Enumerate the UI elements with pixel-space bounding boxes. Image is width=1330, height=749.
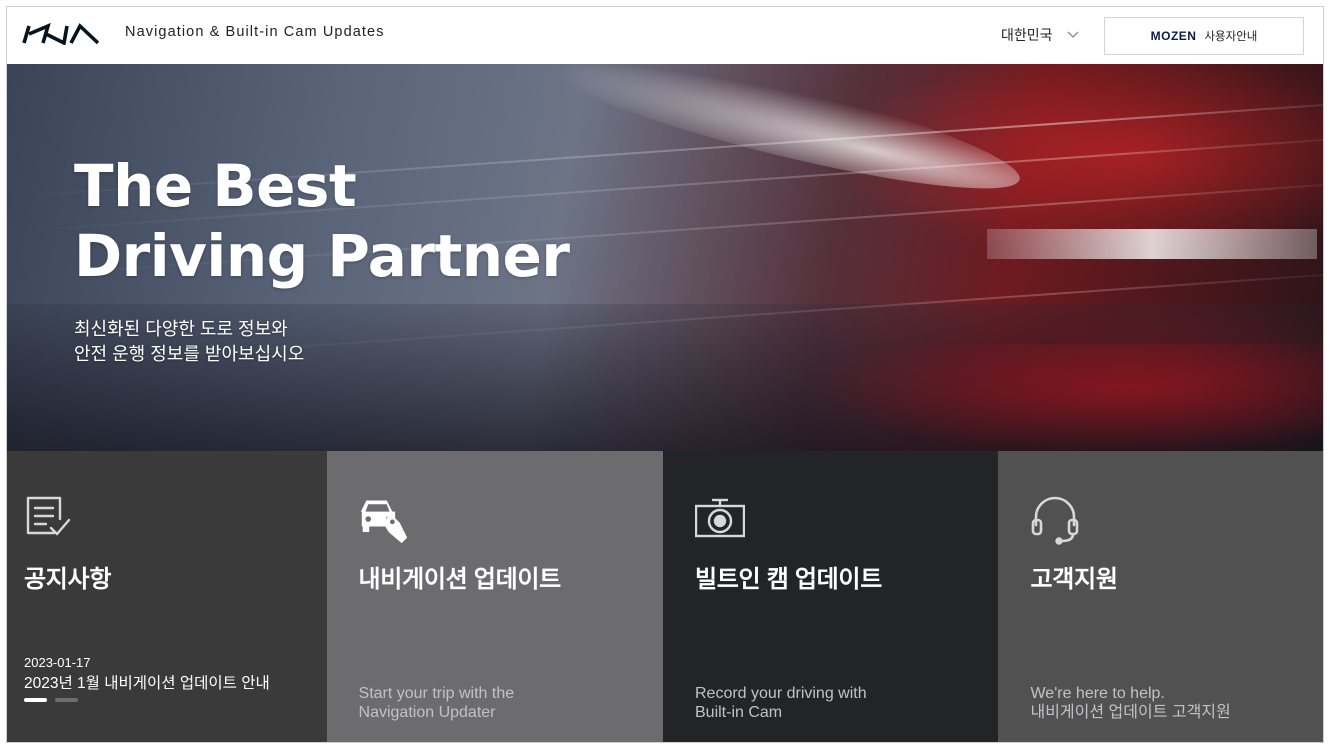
tile-cam-title: 빌트인 캠 업데이트: [695, 566, 882, 593]
notice-date: 2023-01-17: [24, 655, 91, 670]
pagination-dot-2[interactable]: [55, 698, 78, 702]
hero-red-glow: [807, 344, 1323, 451]
site-title: Navigation & Built-in Cam Updates: [125, 24, 385, 40]
notice-pagination: [24, 698, 78, 702]
tile-builtin-cam-update[interactable]: 빌트인 캠 업데이트 Record your driving with Buil…: [663, 451, 999, 742]
tile-notice-title: 공지사항: [24, 566, 112, 593]
pagination-dot-1[interactable]: [24, 698, 47, 702]
mozen-guide-button[interactable]: MOZEN 사용자안내: [1104, 17, 1304, 55]
chevron-down-icon: [1067, 31, 1078, 38]
headset-icon: [1032, 496, 1079, 545]
tile-navigation-title: 내비게이션 업데이트: [358, 566, 562, 593]
hero-title-line2: Driving Partner: [74, 222, 570, 290]
hero-subtitle-line1: 최신화된 다양한 도로 정보와: [74, 319, 288, 339]
menu-tiles: 공지사항 2023-01-17 2023년 1월 내비게이션 업데이트 안내 내…: [7, 451, 1323, 742]
tile-notice[interactable]: 공지사항 2023-01-17 2023년 1월 내비게이션 업데이트 안내: [7, 451, 327, 742]
page-frame: Navigation & Built-in Cam Updates 대한민국 M…: [6, 6, 1324, 743]
tile-navigation-desc-line2: Navigation Updater: [358, 704, 496, 721]
notice-document-icon: [26, 496, 71, 536]
tile-cam-desc-line1: Record your driving with: [695, 685, 867, 702]
tile-cam-desc: Record your driving with Built-in Cam: [695, 684, 867, 722]
tile-navigation-desc: Start your trip with the Navigation Upda…: [359, 684, 515, 722]
tile-support-title: 고객지원: [1030, 566, 1118, 593]
tile-customer-support[interactable]: 고객지원 We're here to help. 내비게이션 업데이트 고객지원: [998, 451, 1323, 742]
tile-support-desc-line1: We're here to help.: [1030, 685, 1165, 702]
hero-banner: The Best Driving Partner 최신화된 다양한 도로 정보와…: [7, 64, 1323, 451]
hero-subtitle: 최신화된 다양한 도로 정보와 안전 운행 정보를 받아보십시오: [74, 317, 304, 367]
country-label: 대한민국: [1001, 27, 1053, 43]
hero-light-band: [987, 229, 1317, 259]
hero-title: The Best Driving Partner: [74, 151, 570, 291]
country-selector[interactable]: 대한민국: [1001, 25, 1079, 45]
hero-title-line1: The Best: [74, 152, 357, 220]
tile-support-desc-line2: 내비게이션 업데이트 고객지원: [1030, 704, 1231, 721]
camera-icon: [695, 498, 745, 538]
tile-support-desc: We're here to help. 내비게이션 업데이트 고객지원: [1030, 684, 1230, 722]
mozen-guide-label: 사용자안내: [1204, 31, 1258, 43]
tile-navigation-desc-line1: Start your trip with the: [358, 685, 515, 702]
hero-subtitle-line2: 안전 운행 정보를 받아보십시오: [74, 344, 305, 364]
tile-cam-desc-line2: Built-in Cam: [695, 704, 783, 721]
tile-navigation-update[interactable]: 내비게이션 업데이트 Start your trip with the Navi…: [326, 451, 663, 742]
header: Navigation & Built-in Cam Updates 대한민국 M…: [7, 7, 1323, 64]
notice-link[interactable]: 2023년 1월 내비게이션 업데이트 안내: [24, 671, 270, 693]
kia-logo[interactable]: [22, 23, 100, 45]
mozen-logo: MOZEN: [1150, 29, 1197, 43]
car-tag-icon: [360, 500, 407, 544]
